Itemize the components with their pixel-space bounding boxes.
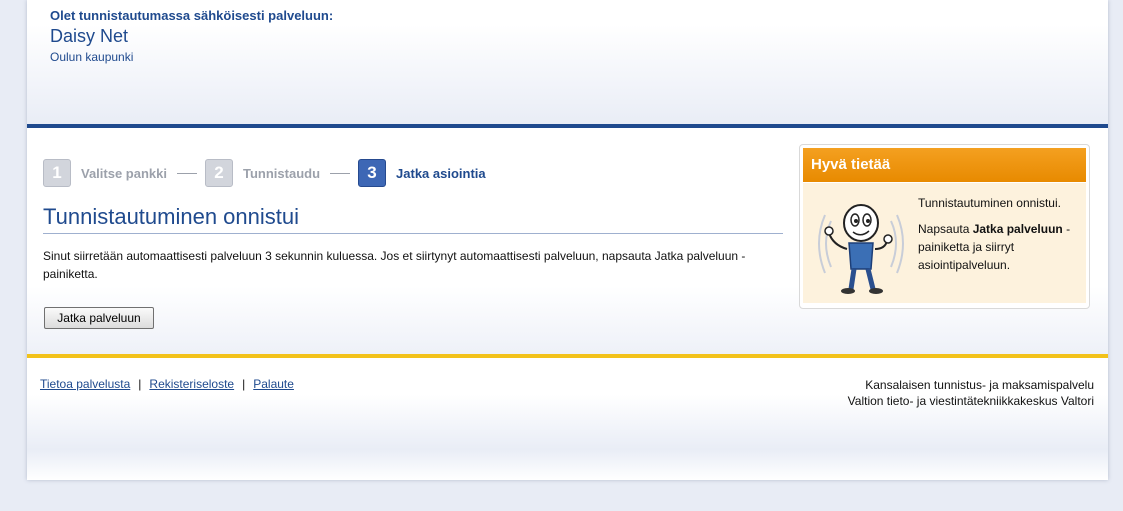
footer-link-about[interactable]: Tietoa palvelusta [40,377,130,391]
step-1-number: 1 [43,159,71,187]
link-separator: | [138,377,142,391]
info-line-1: Tunnistautuminen onnistui. [918,196,1061,210]
step-3-label: Jatka asiointia [396,165,486,181]
progress-steps: 1 Valitse pankki 2 Tunnistaudu 3 Jatka a… [43,159,486,187]
header: Olet tunnistautumassa sähköisesti palvel… [27,0,1108,124]
page-title: Tunnistautuminen onnistui [43,204,783,234]
organization-name: Oulun kaupunki [50,50,134,64]
mascot-waving-icon [818,204,904,294]
main-content: 1 Valitse pankki 2 Tunnistaudu 3 Jatka a… [27,128,1108,354]
footer: Tietoa palvelusta | Rekisteriseloste | Palau… [27,358,1108,480]
footer-provider-line-1: Kansalaisen tunnistus- ja maksamispalvel… [865,378,1094,392]
step-1-label: Valitse pankki [81,165,167,181]
link-separator: | [242,377,246,391]
footer-links: Tietoa palvelusta | Rekisteriseloste | Palau… [40,377,294,391]
footer-link-privacy[interactable]: Rekisteriseloste [149,377,234,391]
info-box-body: Tunnistautuminen onnistui. Napsauta Jatk… [803,183,1086,303]
footer-link-feedback[interactable]: Palaute [253,377,294,391]
info-box-title: Hyvä tietää [803,148,1086,182]
step-3-number: 3 [358,159,387,187]
info-box-text: Tunnistautuminen onnistui. Napsauta Jatk… [918,194,1078,282]
step-separator [177,172,197,174]
info-box: Hyvä tietää Tunnistautuminen onnistui. N… [799,144,1090,309]
page-container: Olet tunnistautumassa sähköisesti palvel… [27,0,1108,480]
step-2-number: 2 [205,159,233,187]
info-line-2-prefix: Napsauta [918,222,973,236]
service-name: Daisy Net [50,26,129,46]
header-intro: Olet tunnistautumassa sähköisesti palvel… [50,8,334,23]
step-separator [330,172,351,174]
redirect-description: Sinut siirretään automaattisesti palvelu… [43,249,746,281]
continue-button[interactable]: Jatka palveluun [44,307,154,329]
footer-provider-line-2: Valtion tieto- ja viestintätekniikkakesk… [847,394,1094,408]
info-line-2-bold: Jatka palveluun [972,222,1063,236]
step-2-label: Tunnistaudu [243,165,321,181]
footer-provider: Kansalaisen tunnistus- ja maksamispalvel… [848,377,1094,409]
info-line-2: Napsauta Jatka palveluun -painiketta ja … [918,220,1078,274]
